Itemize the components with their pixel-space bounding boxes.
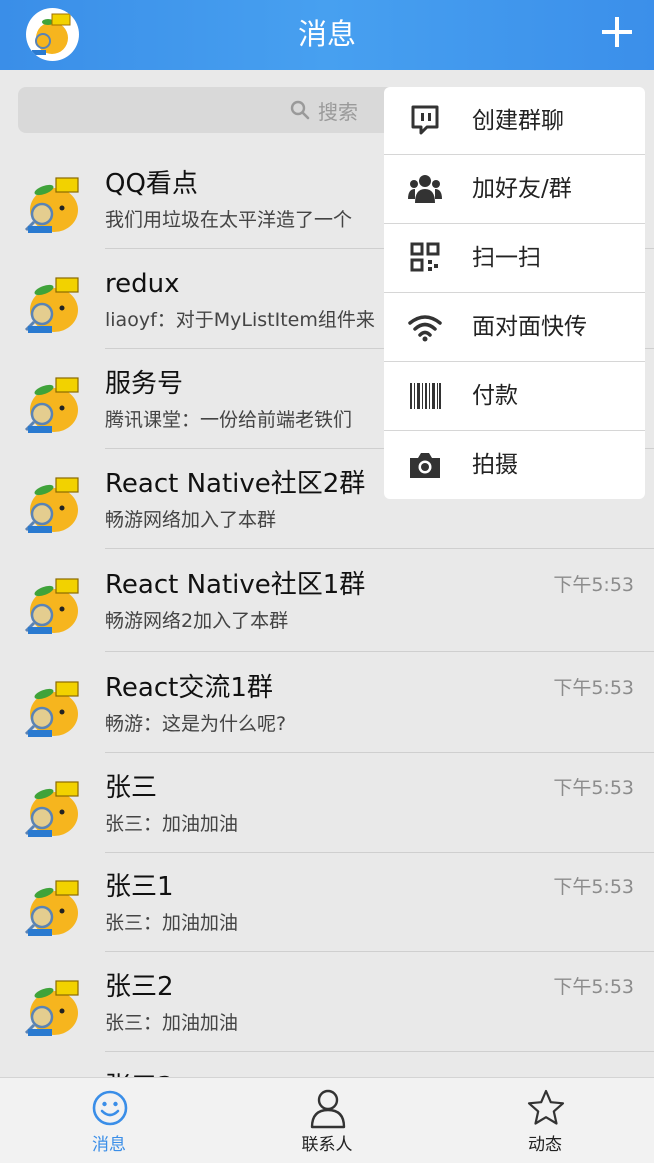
group-chat-icon [408, 105, 442, 137]
list-item[interactable]: React交流1群畅游：这是为什么呢? 下午5:53 [0, 652, 654, 753]
conversation-title: React Native社区1群 [105, 570, 366, 600]
avatar [18, 368, 88, 438]
app-header: 消息 [0, 0, 654, 70]
search-icon [290, 100, 310, 120]
message-time: 下午5:53 [553, 777, 634, 799]
tab-label: 消息 [92, 1135, 126, 1155]
message-time: 下午5:53 [553, 976, 634, 998]
conversation-preview: 张三：加油加油 [105, 813, 239, 835]
add-friends-icon [408, 173, 442, 205]
menu-item-label: 付款 [472, 383, 518, 409]
conversation-title: React交流1群 [105, 673, 273, 703]
menu-item-label: 拍摄 [472, 452, 518, 478]
menu-item[interactable]: 扫一扫 [384, 224, 645, 292]
wifi-icon [408, 311, 442, 343]
conversation-preview: 畅游：这是为什么呢? [105, 713, 287, 735]
menu-item[interactable]: 创建群聊 [384, 87, 645, 155]
avatar [18, 468, 88, 538]
menu-item-label: 加好友/群 [472, 176, 572, 202]
menu-item-label: 面对面快传 [472, 314, 587, 340]
menu-item[interactable]: 付款 [384, 362, 645, 430]
conversation-title: 张三 [105, 773, 158, 803]
tab-label: 动态 [528, 1135, 562, 1155]
conversation-title: QQ看点 [105, 169, 198, 199]
avatar [18, 971, 88, 1041]
tab-bar: 消息 联系人 动态 [0, 1077, 654, 1163]
star-icon [527, 1088, 565, 1128]
list-item[interactable]: 张三张三：加油加油 下午5:53 [0, 752, 654, 853]
person-icon [309, 1088, 347, 1129]
camera-icon [408, 449, 442, 481]
conversation-preview: 张三：加油加油 [105, 912, 239, 934]
list-item[interactable]: React Native社区1群畅游网络2加入了本群 下午5:53 [0, 549, 654, 652]
menu-item[interactable]: 加好友/群 [384, 155, 645, 223]
avatar [18, 569, 88, 639]
smiley-icon [91, 1088, 129, 1128]
avatar [18, 871, 88, 941]
list-item[interactable]: 张三1 张三：加油加油 下午5:53 [0, 851, 654, 952]
menu-item-label: 扫一扫 [472, 245, 541, 271]
avatar [18, 268, 88, 338]
conversation-preview: 张三：加油加油 [105, 1012, 239, 1034]
message-time: 下午5:53 [553, 574, 634, 596]
qr-scan-icon [408, 242, 442, 274]
avatar [18, 772, 88, 842]
avatar [18, 672, 88, 742]
conversation-title: redux [105, 269, 180, 299]
menu-item[interactable]: 拍摄 [384, 431, 645, 499]
conversation-title: 张三1 [105, 872, 174, 902]
conversation-preview: 畅游网络2加入了本群 [105, 610, 289, 632]
conversation-title: 张三2 [105, 972, 174, 1002]
plus-icon[interactable] [600, 12, 634, 52]
list-item[interactable]: 张三3下午5:53 [0, 1051, 654, 1078]
message-time: 下午5:53 [553, 876, 634, 898]
list-item[interactable]: 张三2 张三：加油加油 下午5:53 [0, 951, 654, 1052]
page-title: 消息 [297, 17, 356, 51]
add-popup-menu: 创建群聊 加好友/群 扫一扫 面对面快传 付款 拍摄 [384, 87, 645, 499]
tab-label: 联系人 [301, 1135, 353, 1155]
tab-moments[interactable]: 动态 [436, 1078, 654, 1163]
search-placeholder: 搜索 [318, 99, 358, 124]
avatar [18, 168, 88, 238]
tab-contacts[interactable]: 联系人 [218, 1078, 436, 1163]
conversation-preview: 畅游网络加入了本群 [105, 509, 277, 531]
menu-item-label: 创建群聊 [472, 108, 564, 134]
barcode-icon [408, 380, 442, 412]
message-time: 下午5:53 [553, 677, 634, 699]
conversation-title: React Native社区2群 [105, 469, 366, 499]
conversation-title: 服务号 [105, 369, 184, 399]
menu-item[interactable]: 面对面快传 [384, 293, 645, 361]
tab-messages[interactable]: 消息 [0, 1078, 218, 1163]
